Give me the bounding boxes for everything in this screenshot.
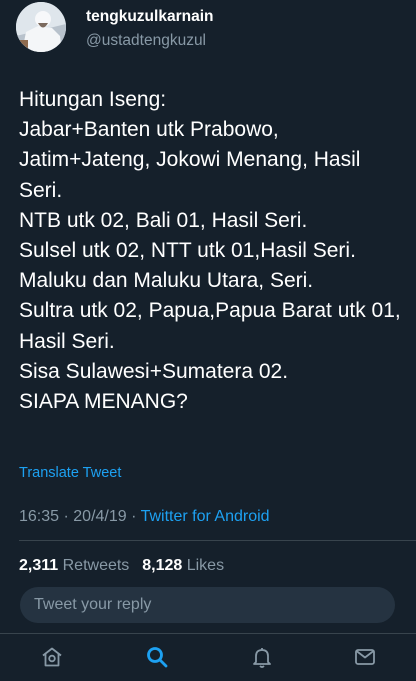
reply-input[interactable] xyxy=(20,587,395,623)
user-handle[interactable]: @ustadtengkuzul xyxy=(86,32,206,50)
home-icon xyxy=(42,647,62,667)
divider xyxy=(19,540,416,541)
tweet-text: Hitungan Iseng: Jabar+Banten utk Prabowo… xyxy=(19,88,401,414)
notifications-icon xyxy=(253,648,271,668)
tweet-date: 20/4/19 xyxy=(73,508,127,525)
avatar[interactable] xyxy=(16,2,66,52)
nav-search[interactable] xyxy=(142,642,172,672)
tweet-time: 16:35 xyxy=(19,508,60,525)
likes-stat[interactable]: 8,128 Likes xyxy=(142,557,224,574)
display-name[interactable]: tengkuzulkarnain xyxy=(86,8,213,26)
nav-home[interactable] xyxy=(37,642,67,672)
bottom-nav xyxy=(0,633,416,681)
messages-icon xyxy=(355,649,375,665)
nav-notifications[interactable] xyxy=(247,642,277,672)
tweet-source-link[interactable]: Twitter for Android xyxy=(141,508,270,525)
retweets-stat[interactable]: 2,311 Retweets xyxy=(19,557,134,574)
translate-tweet-link[interactable]: Translate Tweet xyxy=(19,465,121,481)
likes-count: 8,128 xyxy=(142,557,183,574)
likes-label: Likes xyxy=(186,557,225,574)
nav-messages[interactable] xyxy=(350,642,380,672)
retweets-label: Retweets xyxy=(62,557,130,574)
meta-separator: · xyxy=(131,508,137,525)
tweet-stats: 2,311 Retweets 8,128 Likes xyxy=(19,557,224,575)
search-icon xyxy=(147,647,168,668)
tweet-header: tengkuzulkarnain @ustadtengkuzul xyxy=(0,0,416,62)
tweet-metadata: 16:35 · 20/4/19 · Twitter for Android xyxy=(19,508,270,526)
meta-separator: · xyxy=(63,508,69,525)
retweets-count: 2,311 xyxy=(19,557,59,574)
